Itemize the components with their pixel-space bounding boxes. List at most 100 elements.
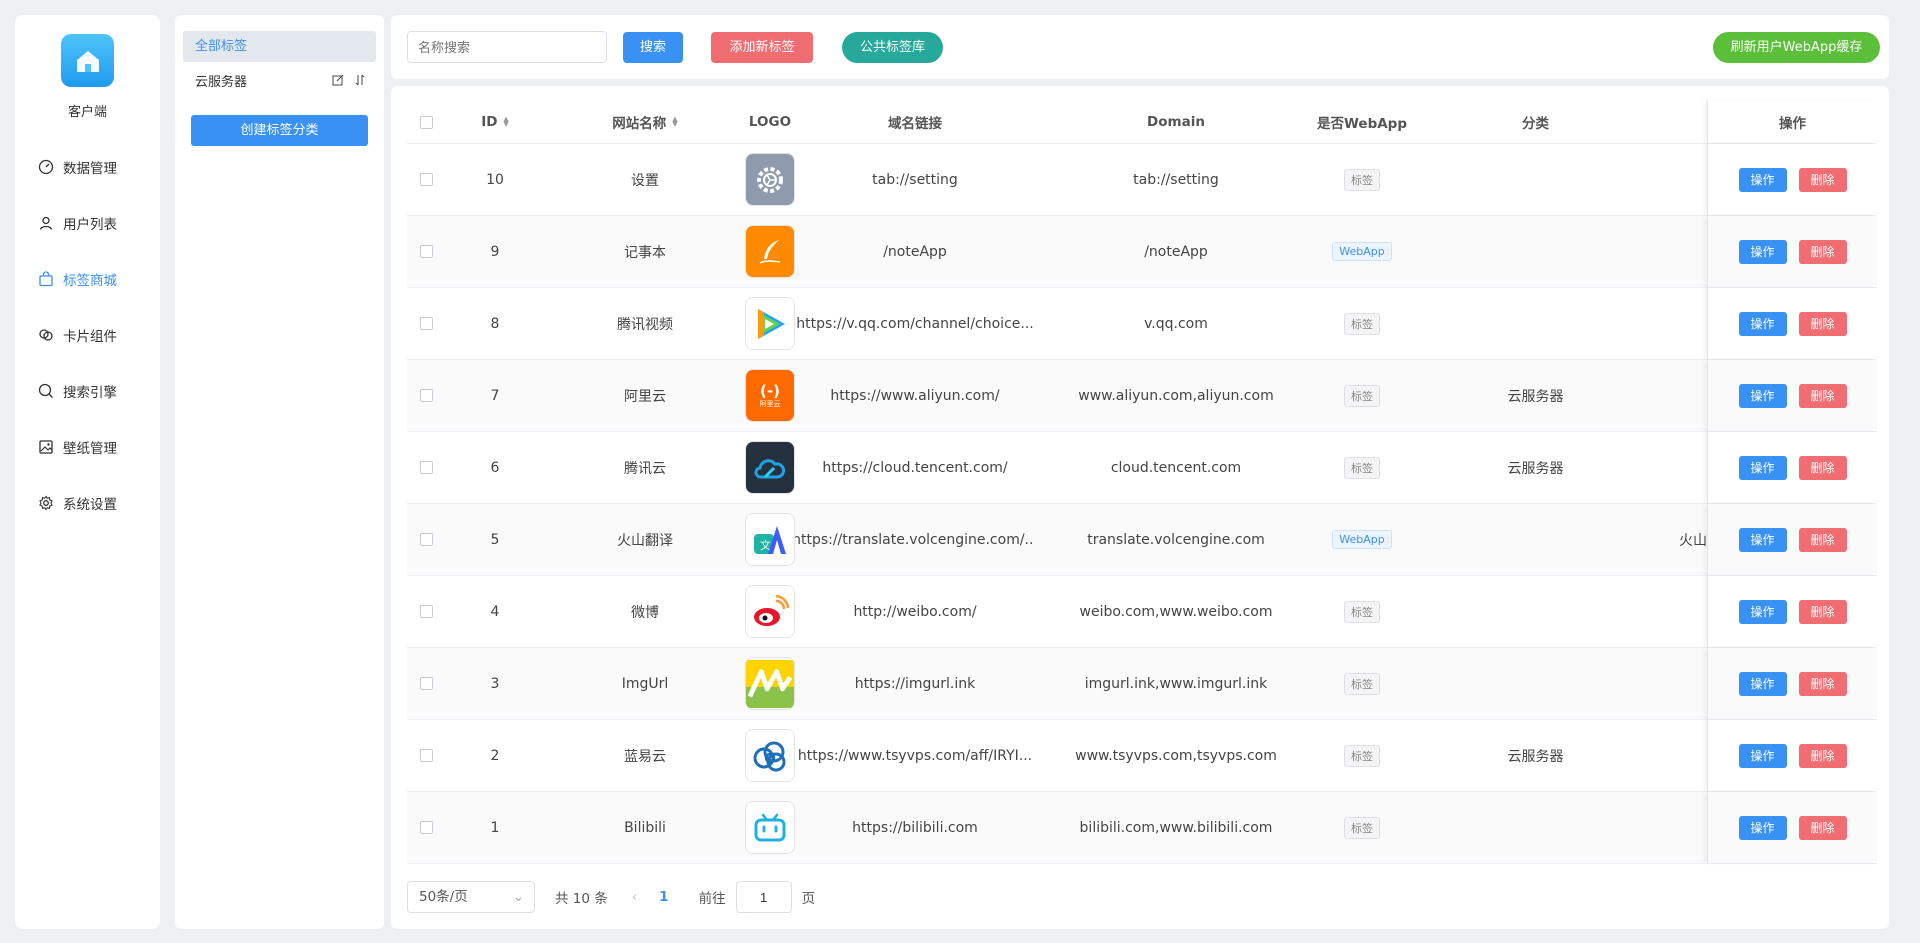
cell-id: 5 <box>490 531 500 548</box>
sort-caret-icon[interactable]: ▲ ▼ <box>672 116 677 128</box>
column-logo: LOGO <box>748 114 792 130</box>
cell-overflow <box>1664 720 1707 791</box>
cell-url: https://v.qq.com/channel/choice... <box>796 315 1034 332</box>
edit-button[interactable]: 操作 <box>1738 815 1787 840</box>
column-id-label: ID <box>481 114 498 130</box>
edit-button[interactable]: 操作 <box>1738 167 1787 192</box>
cell-overflow <box>1664 648 1707 719</box>
search-icon <box>37 382 55 400</box>
gear-icon <box>37 494 55 512</box>
cell-domain: tab://setting <box>1133 171 1219 188</box>
delete-button[interactable]: 删除 <box>1798 815 1847 840</box>
page-size-select[interactable]: 50条/页 ⌄ <box>407 881 535 913</box>
cell-name: 腾讯视频 <box>617 316 673 333</box>
cell-category <box>1407 144 1664 215</box>
column-name[interactable]: 网站名称 ▲ ▼ <box>545 101 745 143</box>
refresh-webapp-cache-button[interactable]: 刷新用户WebApp缓存 <box>1713 32 1880 63</box>
cell-domain: translate.volcengine.com <box>1087 531 1265 548</box>
sidebar-item-settings[interactable]: 系统设置 <box>15 475 160 531</box>
cell-name: 阿里云 <box>624 388 666 405</box>
sort-caret-icon[interactable]: ▲ ▼ <box>503 116 508 128</box>
delete-button[interactable]: 删除 <box>1798 743 1847 768</box>
cell-overflow <box>1664 144 1707 215</box>
edit-icon[interactable] <box>332 67 344 98</box>
search-button[interactable]: 搜索 <box>623 32 683 63</box>
sidebar-item-wallpaper[interactable]: 壁纸管理 <box>15 419 160 475</box>
cell-id: 6 <box>490 459 500 476</box>
column-domain: Domain <box>1147 114 1205 130</box>
cell-category <box>1407 576 1664 647</box>
row-checkbox[interactable] <box>419 317 433 330</box>
cell-overflow <box>1664 288 1707 359</box>
row-checkbox[interactable] <box>419 461 433 474</box>
delete-button[interactable]: 删除 <box>1798 239 1847 264</box>
cell-domain: cloud.tencent.com <box>1110 459 1242 476</box>
table-row: 2 蓝易云 https://www.tsyvps.com/aff/IRYI... ww… <box>407 720 1877 792</box>
create-category-button[interactable]: 创建标签分类 <box>191 115 368 146</box>
cell-overflow <box>1664 360 1707 431</box>
row-checkbox[interactable] <box>419 749 433 762</box>
select-all-checkbox[interactable] <box>419 115 433 129</box>
delete-button[interactable]: 删除 <box>1798 167 1847 192</box>
edit-button[interactable]: 操作 <box>1738 311 1787 336</box>
row-checkbox[interactable] <box>419 173 433 186</box>
sidebar-nav: 数据管理 用户列表 标签商城 卡片组件 搜索引擎 壁纸管理 系统设置 <box>15 139 160 531</box>
edit-button[interactable]: 操作 <box>1738 455 1787 480</box>
app-name: 客户端 <box>67 105 107 120</box>
tsyvps-logo-icon <box>745 729 795 782</box>
user-icon <box>37 214 55 232</box>
category-item[interactable]: 云服务器 <box>183 67 376 98</box>
cell-url: https://cloud.tencent.com/ <box>822 459 1008 476</box>
row-checkbox[interactable] <box>419 389 433 402</box>
edit-button[interactable]: 操作 <box>1738 383 1787 408</box>
delete-button[interactable]: 删除 <box>1798 383 1847 408</box>
cell-id: 8 <box>490 315 500 332</box>
sidebar-item-tag-store[interactable]: 标签商城 <box>15 251 160 307</box>
search-input[interactable] <box>407 31 607 63</box>
delete-button[interactable]: 删除 <box>1798 527 1847 552</box>
row-checkbox[interactable] <box>419 821 433 834</box>
goto-page-input[interactable] <box>735 881 792 913</box>
sidebar-item-users[interactable]: 用户列表 <box>15 195 160 251</box>
page-number[interactable]: 1 <box>659 889 668 905</box>
cell-category <box>1407 288 1664 359</box>
table-header: ID ▲ ▼ 网站名称 ▲ ▼ LOGO 域名链接 Domain 是否WebApp 分类… <box>407 101 1877 144</box>
app-logo-icon[interactable] <box>61 34 114 87</box>
sidebar: 客户端 数据管理 用户列表 标签商城 卡片组件 搜索引擎 壁纸管理 系统设置 <box>15 15 160 929</box>
row-checkbox[interactable] <box>419 245 433 258</box>
cell-name: 记事本 <box>624 244 666 261</box>
column-id[interactable]: ID ▲ ▼ <box>445 101 545 143</box>
delete-button[interactable]: 删除 <box>1798 311 1847 336</box>
edit-button[interactable]: 操作 <box>1738 599 1787 624</box>
cell-id: 1 <box>490 819 500 836</box>
cell-url: /noteApp <box>883 243 947 260</box>
delete-button[interactable]: 删除 <box>1798 455 1847 480</box>
edit-button[interactable]: 操作 <box>1738 239 1787 264</box>
column-url: 域名链接 <box>888 116 942 132</box>
sidebar-item-data[interactable]: 数据管理 <box>15 139 160 195</box>
delete-button[interactable]: 删除 <box>1798 671 1847 696</box>
page-label: 页 <box>801 891 816 907</box>
row-checkbox[interactable] <box>419 605 433 618</box>
cell-id: 7 <box>490 387 500 404</box>
add-tag-button[interactable]: 添加新标签 <box>711 32 813 63</box>
cell-url: https://imgurl.ink <box>854 675 976 692</box>
edit-button[interactable]: 操作 <box>1738 527 1787 552</box>
delete-button[interactable]: 删除 <box>1798 599 1847 624</box>
public-library-button[interactable]: 公共标签库 <box>842 32 943 63</box>
cell-overflow: 火山 <box>1679 532 1707 549</box>
sidebar-item-cards[interactable]: 卡片组件 <box>15 307 160 363</box>
sidebar-item-search-engine[interactable]: 搜索引擎 <box>15 363 160 419</box>
row-checkbox[interactable] <box>419 533 433 546</box>
cell-domain: /noteApp <box>1144 243 1208 260</box>
row-checkbox[interactable] <box>419 677 433 690</box>
table-row: 5 火山翻译 文 https://translate.volcengine.com/.… <box>407 504 1877 576</box>
edit-button[interactable]: 操作 <box>1738 743 1787 768</box>
edit-button[interactable]: 操作 <box>1738 671 1787 696</box>
cell-name: 蓝易云 <box>624 748 666 765</box>
sort-icon[interactable] <box>354 67 366 98</box>
cell-name: ImgUrl <box>621 675 669 692</box>
table-row: 7 阿里云 (-) 阿里云 https://www.aliyun.com/www.ali… <box>407 360 1877 432</box>
category-all[interactable]: 全部标签 <box>183 31 376 62</box>
prev-page-icon[interactable]: ‹ <box>632 889 637 905</box>
